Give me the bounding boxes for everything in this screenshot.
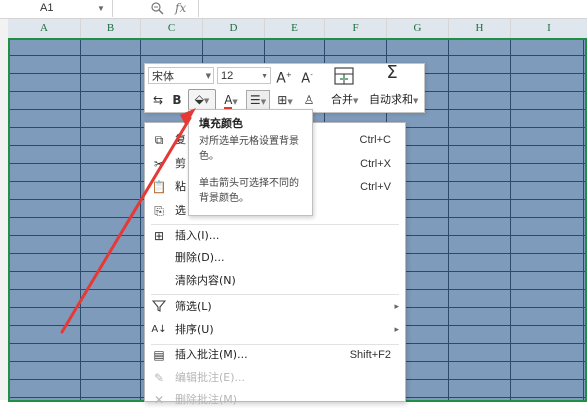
borders-icon: ⊞ (277, 93, 288, 107)
grow-font-button[interactable]: A+ (275, 66, 293, 87)
cut-icon: ✂ (153, 157, 165, 171)
column-header-a[interactable]: A (8, 19, 81, 38)
autosum-button[interactable]: 自动求和▼ (369, 92, 418, 108)
edit-comment-icon: ✎ (153, 371, 165, 385)
column-header-b[interactable]: B (81, 19, 141, 38)
column-header-e[interactable]: E (265, 19, 325, 38)
name-box[interactable]: A1 ▼ (0, 0, 113, 17)
paste-shortcut: Ctrl+V (360, 181, 391, 193)
wrap-text-icon[interactable]: ⇆ (149, 91, 167, 109)
cell-reference: A1 (40, 2, 54, 14)
menu-item-clear[interactable]: 清除内容(N) (145, 270, 405, 292)
mini-toolbar: 宋体 ▼ 12 ▼ A+ A- Σ ⇆ B ⬙▼ A▼ ☰▼ ⊞▼ ♙ 合并▼ … (144, 63, 425, 113)
column-header-h[interactable]: H (449, 19, 511, 38)
copy-shortcut: Ctrl+C (359, 134, 391, 146)
column-header-f[interactable]: F (325, 19, 387, 38)
tooltip-line-1: 对所选单元格设置背景色。 (199, 136, 299, 162)
insert-icon: ⊞ (153, 229, 165, 243)
menu-item-delete[interactable]: 删除(D)... (145, 247, 405, 269)
column-header-g[interactable]: G (387, 19, 449, 38)
delete-comment-icon: ✕ (153, 393, 165, 407)
fill-color-tooltip: 填充颜色 对所选单元格设置背景色。 单击箭头可选择不同的背景颜色。 (188, 109, 313, 216)
chevron-down-icon: ▼ (261, 73, 268, 80)
merge-icon[interactable] (334, 67, 354, 85)
column-header-i[interactable]: I (511, 19, 587, 38)
font-color-button[interactable]: A▼ (219, 91, 243, 110)
menu-item-sort[interactable]: A↓ 排序(U) ▸ (145, 319, 405, 341)
chevron-down-icon: ▼ (205, 72, 211, 80)
fill-color-button[interactable]: ⬙▼ (188, 89, 216, 111)
bold-button[interactable]: B (170, 91, 184, 109)
menu-separator (151, 294, 399, 295)
formula-bar: A1 ▼ fx (0, 0, 587, 19)
menu-item-delete-comment: ✕ 删除批注(M) (145, 389, 405, 411)
shrink-font-button[interactable]: A- (298, 66, 316, 86)
paste-icon: 📋 (151, 180, 167, 194)
menu-item-insert[interactable]: ⊞ 插入(I)... (145, 225, 405, 247)
autosum-icon[interactable]: Σ (381, 64, 403, 82)
font-size-select[interactable]: 12 ▼ (217, 67, 271, 84)
sort-icon: A↓ (151, 324, 167, 335)
menu-item-edit-comment: ✎ 编辑批注(E)... (145, 367, 405, 389)
column-header-d[interactable]: D (203, 19, 265, 38)
comment-icon: ▤ (153, 348, 165, 362)
tooltip-line-2: 单击箭头可选择不同的背景颜色。 (199, 178, 299, 204)
tooltip-title: 填充颜色 (199, 117, 243, 130)
chevron-down-icon[interactable]: ▼ (97, 0, 105, 17)
zoom-icon[interactable] (150, 1, 164, 15)
fx-icon[interactable]: fx (175, 0, 186, 17)
format-painter-icon[interactable]: ♙ (301, 91, 317, 109)
align-button[interactable]: ☰▼ (246, 90, 270, 110)
copy-icon: ⧉ (154, 133, 164, 147)
submenu-arrow-icon: ▸ (394, 325, 399, 335)
cut-shortcut: Ctrl+X (360, 158, 391, 170)
borders-button[interactable]: ⊞▼ (273, 91, 297, 109)
column-header-c[interactable]: C (141, 19, 203, 38)
column-headers: A B C D E F G H I (0, 19, 587, 39)
merge-button[interactable]: 合并▼ (331, 92, 358, 108)
formula-input[interactable] (198, 0, 587, 17)
filter-icon (151, 299, 167, 315)
align-center-icon: ☰ (249, 93, 261, 107)
fill-bucket-icon: ⬙ (194, 92, 204, 106)
menu-item-filter[interactable]: 筛选(L) ▸ (145, 296, 405, 318)
paste-special-icon: ⎘ (154, 204, 164, 218)
menu-item-insert-comment[interactable]: ▤ 插入批注(M)... Shift+F2 (145, 344, 405, 366)
submenu-arrow-icon: ▸ (394, 302, 399, 312)
insert-comment-shortcut: Shift+F2 (349, 349, 391, 361)
font-name-select[interactable]: 宋体 ▼ (148, 67, 214, 84)
